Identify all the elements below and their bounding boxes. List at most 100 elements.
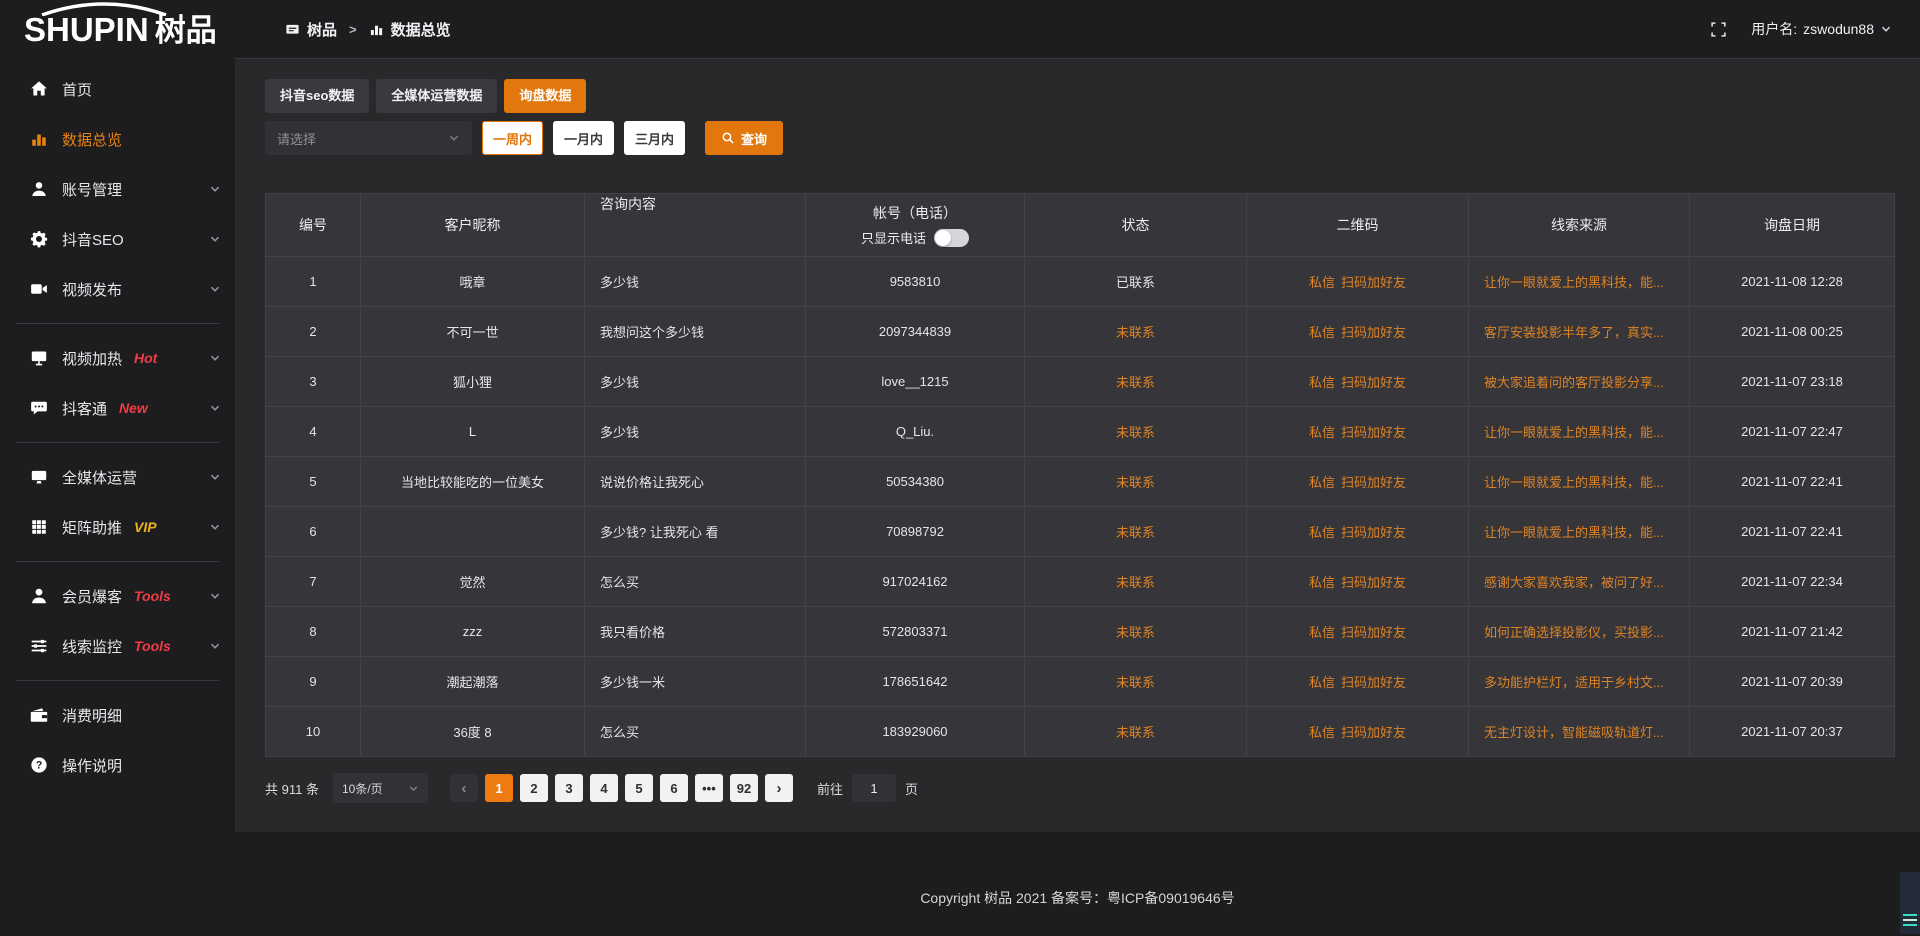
page-button-1[interactable]: 1 <box>485 774 513 802</box>
scan-add-friend-link[interactable]: 扫码加好友 <box>1341 372 1406 391</box>
source-link[interactable]: 让你一眼就爱上的黑科技，能... <box>1484 472 1664 491</box>
fullscreen-icon[interactable] <box>1710 21 1727 38</box>
sidebar-item-media-operation[interactable]: 全媒体运营 <box>0 452 235 502</box>
sidebar-item-douyin-seo[interactable]: 抖音SEO <box>0 214 235 264</box>
sidebar-item-account-management[interactable]: 账号管理 <box>0 164 235 214</box>
page-size-select[interactable]: 10条/页 <box>333 773 428 803</box>
private-message-link[interactable]: 私信 <box>1309 572 1335 591</box>
range-buttons: 一周内一月内三月内 <box>482 121 685 155</box>
page-button-92[interactable]: 92 <box>730 774 758 802</box>
scan-add-friend-link[interactable]: 扫码加好友 <box>1341 422 1406 441</box>
private-message-link[interactable]: 私信 <box>1309 472 1335 491</box>
range-button-one-week[interactable]: 一周内 <box>482 121 543 155</box>
private-message-link[interactable]: 私信 <box>1309 422 1335 441</box>
sidebar-item-label: 视频发布 <box>62 279 122 300</box>
cell-id: 5 <box>266 457 361 506</box>
scan-add-friend-link[interactable]: 扫码加好友 <box>1341 472 1406 491</box>
sidebar-item-leads-monitor[interactable]: 线索监控Tools <box>0 621 235 671</box>
table-row: 6多少钱? 让我死心 看70898792未联系私信扫码加好友让你一眼就爱上的黑科… <box>266 506 1894 556</box>
sidebar-divider <box>16 680 219 681</box>
sidebar-item-video-publish[interactable]: 视频发布 <box>0 264 235 314</box>
phone-only-toggle[interactable] <box>934 229 969 247</box>
column-header: 帐号（电话）只显示电话 <box>806 194 1025 256</box>
source-link[interactable]: 被大家追着问的客厅投影分享... <box>1484 372 1664 391</box>
source-link[interactable]: 感谢大家喜欢我家，被问了好... <box>1484 572 1664 591</box>
range-button-one-month[interactable]: 一月内 <box>553 121 614 155</box>
page-buttons: 123456•••92 <box>478 774 758 802</box>
breadcrumb-item-data-overview[interactable]: 数据总览 <box>369 19 451 40</box>
breadcrumb-item-app[interactable]: 树品 <box>285 19 337 40</box>
sidebar-item-label: 全媒体运营 <box>62 467 137 488</box>
source-link[interactable]: 让你一眼就爱上的黑科技，能... <box>1484 522 1664 541</box>
cell-id: 10 <box>266 707 361 756</box>
next-page-button[interactable]: › <box>765 774 793 802</box>
sidebar-item-matrix-boost[interactable]: 矩阵助推VIP <box>0 502 235 552</box>
source-link[interactable]: 多功能护栏灯，适用于乡村文... <box>1484 672 1664 691</box>
private-message-link[interactable]: 私信 <box>1309 622 1335 641</box>
cell-date: 2021-11-07 22:47 <box>1690 407 1894 456</box>
cell-status: 未联系 <box>1025 607 1247 656</box>
private-message-link[interactable]: 私信 <box>1309 372 1335 391</box>
sidebar-item-home[interactable]: 首页 <box>0 64 235 114</box>
source-link[interactable]: 无主灯设计，智能磁吸轨道灯... <box>1484 722 1664 741</box>
sidebar-item-video-heat[interactable]: 视频加热Hot <box>0 333 235 383</box>
sidebar-item-consumption-detail[interactable]: 消费明细 <box>0 690 235 740</box>
tab-douyin-seo-data[interactable]: 抖音seo数据 <box>265 79 369 113</box>
sidebar-item-operation-guide[interactable]: ?操作说明 <box>0 740 235 790</box>
scan-add-friend-link[interactable]: 扫码加好友 <box>1341 722 1406 741</box>
user-icon <box>30 180 48 198</box>
cell-date: 2021-11-08 12:28 <box>1690 257 1894 306</box>
private-message-link[interactable]: 私信 <box>1309 722 1335 741</box>
search-button[interactable]: 查询 <box>705 121 783 155</box>
scan-add-friend-link[interactable]: 扫码加好友 <box>1341 672 1406 691</box>
page-button-6[interactable]: 6 <box>660 774 688 802</box>
sidebar-item-data-overview[interactable]: 数据总览 <box>0 114 235 164</box>
page-button-2[interactable]: 2 <box>520 774 548 802</box>
scan-add-friend-link[interactable]: 扫码加好友 <box>1341 622 1406 641</box>
chevron-down-icon <box>209 521 221 533</box>
sidebar-item-doukertong[interactable]: 抖客通New <box>0 383 235 433</box>
toggle-knob <box>935 230 951 246</box>
private-message-link[interactable]: 私信 <box>1309 672 1335 691</box>
logo[interactable]: SHUPIN树品 <box>0 13 235 46</box>
private-message-link[interactable]: 私信 <box>1309 272 1335 291</box>
tab-inquiry-data[interactable]: 询盘数据 <box>504 79 586 113</box>
page-button-5[interactable]: 5 <box>625 774 653 802</box>
pagination: 共 911 条 10条/页 ‹ 123456•••92 › 前往 页 <box>265 773 1895 803</box>
search-icon <box>721 131 735 145</box>
source-link[interactable]: 让你一眼就爱上的黑科技，能... <box>1484 272 1664 291</box>
account-select[interactable]: 请选择 <box>265 121 472 155</box>
sidebar-item-member-baoke[interactable]: 会员爆客Tools <box>0 571 235 621</box>
source-link[interactable]: 如何正确选择投影仪，买投影... <box>1484 622 1664 641</box>
svg-text:?: ? <box>36 760 43 772</box>
tab-media-operation-data[interactable]: 全媒体运营数据 <box>376 79 497 113</box>
sidebar-item-badge: New <box>119 400 148 416</box>
wallet-icon <box>30 706 48 724</box>
range-button-three-months[interactable]: 三月内 <box>624 121 685 155</box>
source-link[interactable]: 让你一眼就爱上的黑科技，能... <box>1484 422 1664 441</box>
sidebar-item-label: 矩阵助推 <box>62 517 122 538</box>
cell-id: 8 <box>266 607 361 656</box>
cell-nickname: L <box>361 407 585 456</box>
cell-date: 2021-11-07 23:18 <box>1690 357 1894 406</box>
scan-add-friend-link[interactable]: 扫码加好友 <box>1341 322 1406 341</box>
column-header-label: 帐号（电话） <box>873 203 957 223</box>
prev-page-button[interactable]: ‹ <box>450 774 478 802</box>
source-link[interactable]: 客厅安装投影半年多了，真实... <box>1484 322 1664 341</box>
column-header-label: 客户昵称 <box>445 215 501 235</box>
column-header: 线索来源 <box>1469 194 1690 256</box>
goto-page-input[interactable] <box>852 774 896 802</box>
private-message-link[interactable]: 私信 <box>1309 322 1335 341</box>
page-button-3[interactable]: 3 <box>555 774 583 802</box>
private-message-link[interactable]: 私信 <box>1309 522 1335 541</box>
cell-source: 客厅安装投影半年多了，真实... <box>1469 307 1690 356</box>
corner-widget[interactable] <box>1900 872 1920 934</box>
scan-add-friend-link[interactable]: 扫码加好友 <box>1341 522 1406 541</box>
page-more-button[interactable]: ••• <box>695 774 723 802</box>
user-menu[interactable]: 用户名: zswodun88 <box>1751 19 1892 39</box>
cell-content: 多少钱一米 <box>585 657 806 706</box>
cell-nickname: zzz <box>361 607 585 656</box>
scan-add-friend-link[interactable]: 扫码加好友 <box>1341 272 1406 291</box>
scan-add-friend-link[interactable]: 扫码加好友 <box>1341 572 1406 591</box>
page-button-4[interactable]: 4 <box>590 774 618 802</box>
